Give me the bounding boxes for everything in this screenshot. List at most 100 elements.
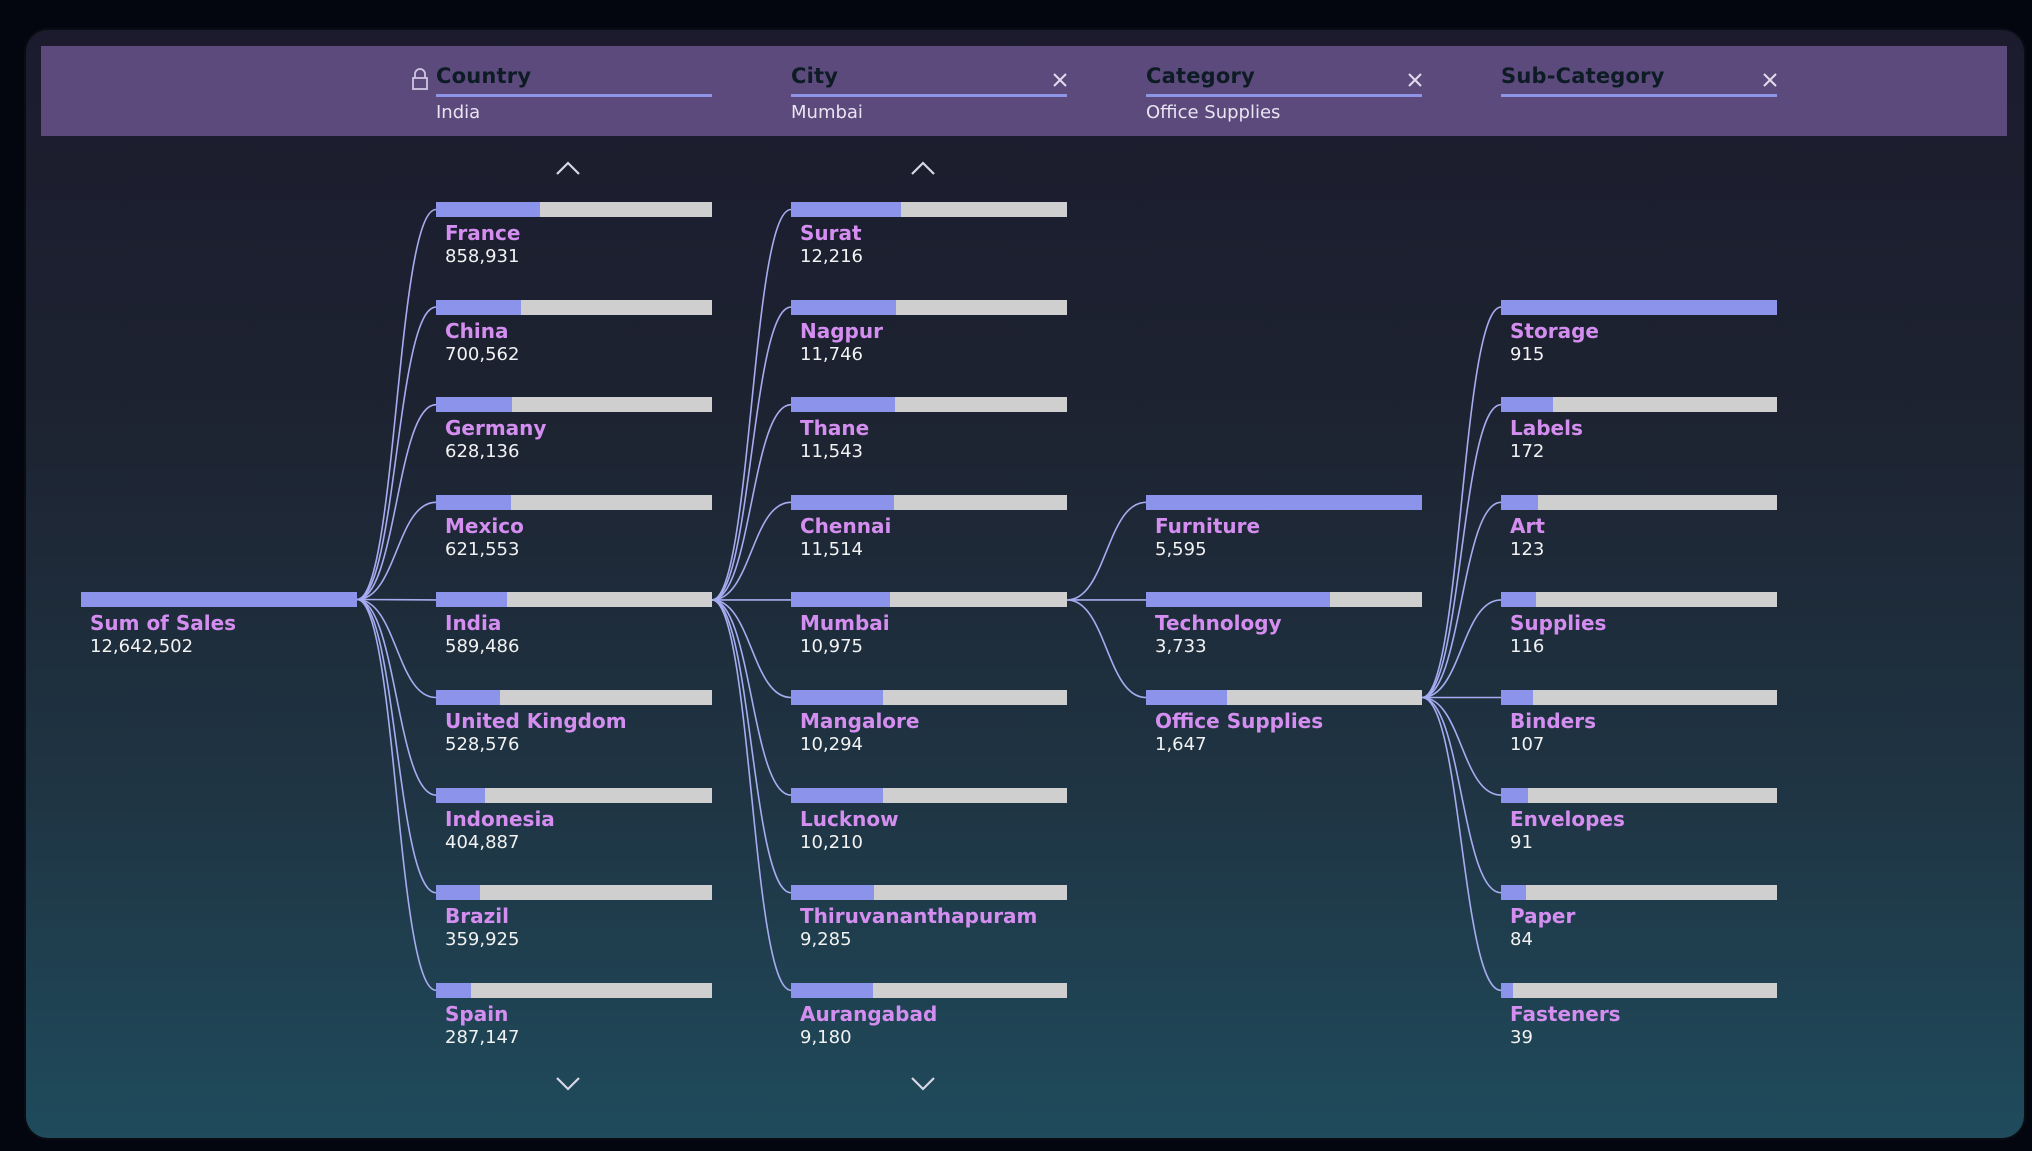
- node-value: 12,642,502: [90, 636, 194, 657]
- node-value: 404,887: [445, 831, 520, 853]
- node-value: 39: [1510, 1026, 1533, 1048]
- value-bar-fill: [791, 494, 895, 510]
- level-title-sub-category[interactable]: Sub-Category: [1501, 64, 1665, 88]
- connector-line: [711, 599, 792, 894]
- connector-line: [356, 208, 437, 601]
- value-bar-fill: [1501, 690, 1534, 705]
- close-level-icon[interactable]: [1050, 70, 1070, 90]
- value-bar-track[interactable]: [1501, 885, 1777, 901]
- node-label: Mumbai: [800, 611, 890, 636]
- node-value: 10,294: [800, 734, 863, 755]
- node-label: Storage: [1510, 318, 1599, 343]
- node-value: 5,595: [1155, 538, 1207, 560]
- value-bar-fill: [791, 202, 901, 217]
- value-bar-track[interactable]: [1501, 397, 1777, 413]
- value-bar-track[interactable]: [436, 494, 712, 510]
- value-bar-track[interactable]: [1501, 592, 1777, 608]
- node-label: Nagpur: [800, 318, 883, 343]
- node-value: 359,925: [445, 929, 520, 951]
- node-label: Fasteners: [1510, 1001, 1621, 1026]
- node-value: 84: [1510, 929, 1533, 951]
- value-bar-fill: [791, 787, 883, 803]
- value-bar-track[interactable]: [791, 397, 1067, 413]
- value-bar-track[interactable]: [791, 787, 1067, 803]
- value-bar-track[interactable]: [1501, 494, 1777, 510]
- level-title-country[interactable]: Country: [436, 64, 531, 88]
- value-bar-track[interactable]: [791, 202, 1067, 217]
- value-bar-track[interactable]: [436, 982, 712, 998]
- node-value: 589,486: [445, 636, 520, 658]
- value-bar-track[interactable]: [1501, 787, 1777, 803]
- value-bar-track[interactable]: [791, 494, 1067, 510]
- value-bar-track[interactable]: [1501, 982, 1777, 998]
- value-bar-fill: [436, 787, 485, 803]
- value-bar-track[interactable]: [1501, 299, 1777, 315]
- value-bar-track[interactable]: [436, 690, 712, 705]
- node-value: 107: [1510, 734, 1545, 755]
- level-title-underline: [436, 94, 712, 97]
- value-bar-track[interactable]: [791, 885, 1067, 901]
- value-bar-fill: [81, 592, 357, 607]
- node-label: Art: [1510, 513, 1545, 538]
- node-label: Aurangabad: [800, 1001, 938, 1026]
- node-label: France: [445, 221, 521, 245]
- connector-line: [1421, 403, 1502, 699]
- node-value: 11,514: [800, 538, 863, 560]
- node-value: 9,285: [800, 929, 852, 951]
- value-bar-fill: [436, 592, 508, 608]
- value-bar-track[interactable]: [1146, 494, 1422, 510]
- node-label: Surat: [800, 221, 862, 245]
- node-label: Paper: [1510, 904, 1576, 929]
- value-bar-fill: [436, 982, 471, 998]
- close-level-icon[interactable]: [1760, 70, 1780, 90]
- connector-line: [356, 598, 437, 796]
- value-bar-track[interactable]: [791, 592, 1067, 608]
- level-title-category[interactable]: Category: [1146, 64, 1255, 88]
- node-label: Indonesia: [445, 806, 555, 831]
- value-bar-track[interactable]: [436, 202, 712, 217]
- connector-line: [356, 598, 437, 992]
- value-bar-track[interactable]: [791, 982, 1067, 998]
- connector-line: [1421, 306, 1502, 699]
- chevron-down-icon[interactable]: [908, 1074, 938, 1094]
- value-bar-track[interactable]: [1146, 690, 1422, 705]
- value-bar-track[interactable]: [436, 592, 712, 608]
- value-bar-fill: [1501, 592, 1537, 608]
- value-bar-track[interactable]: [436, 397, 712, 413]
- chevron-up-icon[interactable]: [908, 158, 938, 178]
- value-bar-track[interactable]: [81, 592, 357, 607]
- connector-line: [711, 208, 792, 601]
- value-bar-track[interactable]: [1146, 592, 1422, 608]
- value-bar-fill: [436, 397, 512, 413]
- node-value: 9,180: [800, 1026, 852, 1048]
- connector-line: [1421, 696, 1502, 992]
- level-title-city[interactable]: City: [791, 64, 838, 88]
- value-bar-track[interactable]: [1501, 690, 1777, 705]
- connector-line: [1421, 696, 1502, 796]
- level-title-underline: [1501, 94, 1777, 97]
- node-value: 123: [1510, 538, 1545, 560]
- value-bar-fill: [791, 397, 895, 413]
- node-value: 3,733: [1155, 636, 1207, 658]
- value-bar-fill: [1146, 592, 1331, 608]
- close-level-icon[interactable]: [1405, 70, 1425, 90]
- chevron-down-icon[interactable]: [553, 1074, 583, 1094]
- value-bar-track[interactable]: [436, 299, 712, 315]
- node-value: 1,647: [1155, 734, 1207, 755]
- value-bar-fill: [1501, 397, 1553, 413]
- value-bar-fill: [791, 690, 884, 705]
- node-value: 116: [1510, 636, 1545, 658]
- node-value: 700,562: [445, 343, 520, 365]
- chevron-up-icon[interactable]: [553, 158, 583, 178]
- node-label: Germany: [445, 416, 547, 441]
- value-bar-track[interactable]: [436, 885, 712, 901]
- node-label: China: [445, 318, 509, 343]
- node-label: Brazil: [445, 904, 509, 929]
- connector-line: [356, 598, 437, 894]
- node-value: 172: [1510, 441, 1545, 463]
- value-bar-track[interactable]: [791, 299, 1067, 315]
- connector-line: [711, 403, 792, 601]
- node-value: 10,210: [800, 831, 863, 853]
- value-bar-track[interactable]: [791, 690, 1067, 705]
- value-bar-track[interactable]: [436, 787, 712, 803]
